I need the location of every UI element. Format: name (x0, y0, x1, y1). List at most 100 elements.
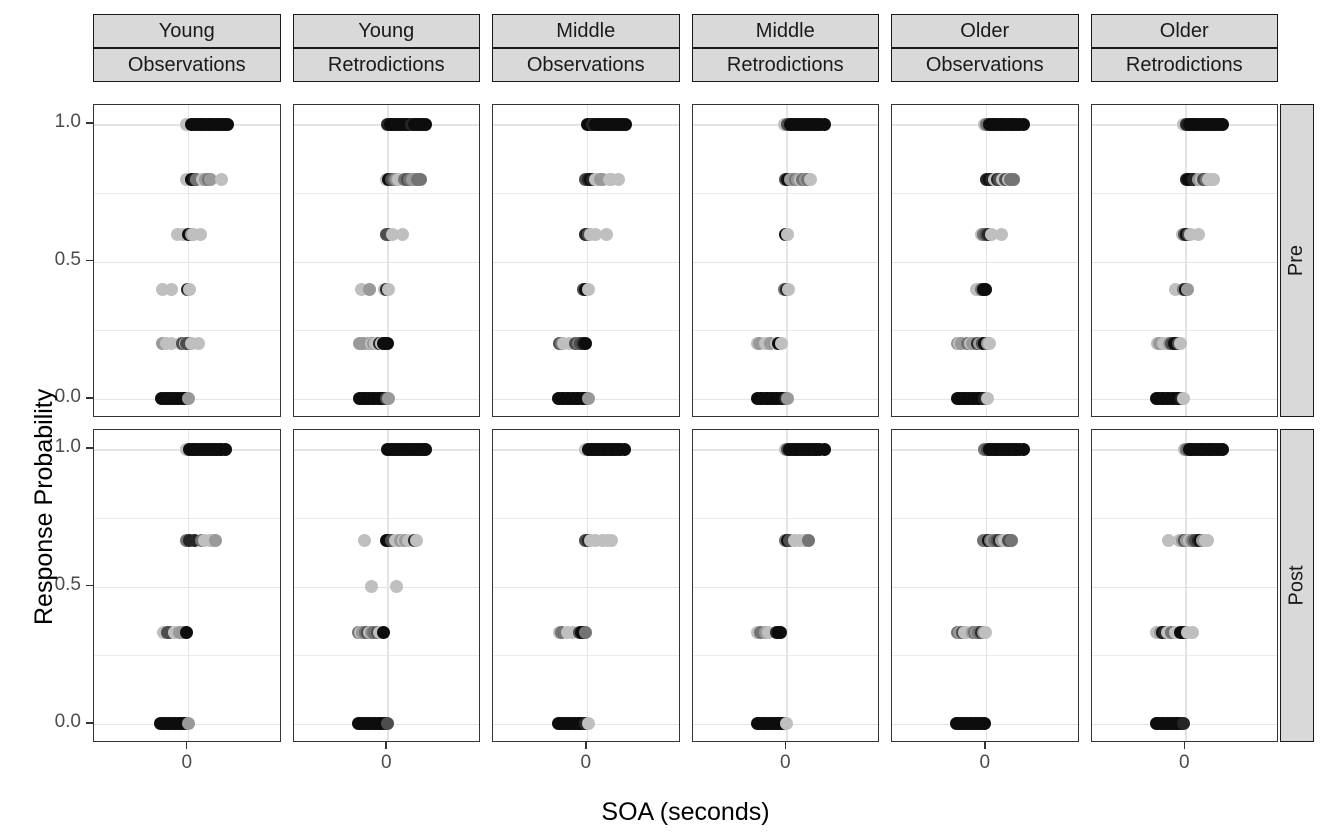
data-point (395, 227, 409, 241)
data-point (581, 717, 595, 731)
data-point (979, 282, 993, 296)
data-point (182, 282, 196, 296)
y-tick-label: 1.0 (54, 111, 81, 133)
facet-scatter-plot: Young Observations Young Retrodictions Middl… (0, 0, 1344, 840)
data-point (803, 172, 817, 186)
data-point (410, 534, 424, 548)
y-tickmark (86, 447, 93, 449)
plot-panel (93, 429, 281, 742)
data-point (581, 392, 595, 406)
facet-strip-age-label: Middle (755, 19, 815, 42)
gridline-h-major (293, 261, 479, 264)
y-tickmark (86, 722, 93, 724)
x-tickmark (185, 742, 188, 749)
data-point (382, 282, 396, 296)
data-point (1176, 717, 1190, 731)
gridline-h-minor (293, 655, 479, 657)
data-point (817, 442, 831, 456)
gridline-h-minor (94, 517, 280, 519)
gridline-v-major (187, 105, 190, 416)
facet-strip-kind-label: Observations (925, 53, 1044, 76)
plot-panel (292, 429, 480, 742)
gridline-h-minor (692, 655, 878, 657)
gridline-v-major (985, 105, 988, 416)
facet-strip-age-5: Older (1090, 14, 1278, 48)
data-point (781, 282, 795, 296)
gridline-v-major (1185, 430, 1187, 741)
data-point (600, 227, 614, 241)
gridline-h-major (892, 586, 1078, 589)
data-point (817, 117, 831, 131)
data-point (1192, 227, 1206, 241)
gridline-h-minor (1091, 517, 1277, 519)
facet-strip-session-label: Post (1285, 565, 1308, 606)
data-point (194, 227, 208, 241)
gridline-h-minor (692, 517, 878, 519)
gridline-h-major (692, 261, 878, 264)
facet-strip-age-4: Older (891, 14, 1079, 48)
gridline-h-minor (94, 330, 280, 332)
gridline-h-minor (493, 192, 679, 194)
facet-strip-age-label: Young (158, 19, 215, 42)
data-point (214, 172, 228, 186)
data-point (1004, 534, 1018, 548)
y-tickmark (86, 122, 93, 124)
gridline-h-major (493, 586, 679, 589)
facet-strip-kind-label: Retrodictions (327, 53, 445, 76)
data-point (363, 282, 376, 296)
x-tickmark (1183, 742, 1186, 749)
data-point (381, 717, 395, 731)
data-point (979, 625, 993, 639)
x-tick-label: 0 (780, 752, 791, 773)
gridline-h-minor (892, 330, 1078, 332)
plot-panel (891, 429, 1079, 742)
data-point (781, 392, 794, 406)
facet-strip-kind-0: Observations (93, 48, 281, 82)
facet-strip-kind-4: Observations (891, 48, 1079, 82)
data-point (418, 117, 432, 131)
facet-strip-age-label: Older (1159, 19, 1209, 42)
facet-strip-session-0: Pre (1280, 104, 1314, 417)
gridline-h-minor (493, 517, 679, 519)
facet-strip-kind-label: Observations (127, 53, 246, 76)
gridline-h-minor (892, 517, 1078, 519)
gridline-h-minor (692, 330, 878, 332)
gridline-h-minor (94, 192, 280, 194)
x-tick-label: 0 (580, 752, 592, 773)
gridline-h-minor (293, 330, 479, 332)
gridline-v-major (786, 430, 788, 741)
facet-strip-kind-label: Retrodictions (1125, 53, 1243, 76)
data-point (1016, 442, 1030, 456)
x-tickmark (385, 742, 387, 749)
x-tickmark (784, 742, 787, 749)
plot-panel (691, 429, 879, 742)
plot-panel (691, 104, 879, 417)
data-point (1180, 282, 1194, 296)
data-point (1215, 442, 1229, 456)
x-axis-title: SOA (seconds) (601, 798, 770, 826)
data-point (1207, 172, 1221, 186)
gridline-h-minor (293, 517, 479, 519)
data-point (802, 534, 816, 548)
data-point (977, 717, 991, 731)
facet-strip-kind-label: Observations (526, 53, 645, 76)
x-tick-label: 0 (381, 752, 392, 773)
data-point (365, 580, 379, 593)
gridline-h-major (892, 261, 1078, 264)
data-point (1007, 172, 1020, 186)
gridline-v-major (187, 430, 190, 741)
data-point (611, 172, 625, 186)
plot-panel (93, 104, 281, 417)
data-point (179, 625, 193, 639)
plot-panel (492, 104, 680, 417)
facet-strip-kind-3: Retrodictions (691, 48, 879, 82)
facet-strip-kind-label: Retrodictions (726, 53, 844, 76)
plot-panel (1090, 429, 1278, 742)
data-point (617, 442, 631, 456)
plot-panel (1090, 104, 1278, 417)
data-point (780, 717, 794, 731)
y-axis-title: Response Probability (30, 388, 58, 625)
gridline-h-major (94, 586, 280, 589)
gridline-h-minor (692, 192, 878, 194)
gridline-h-major (692, 586, 878, 589)
